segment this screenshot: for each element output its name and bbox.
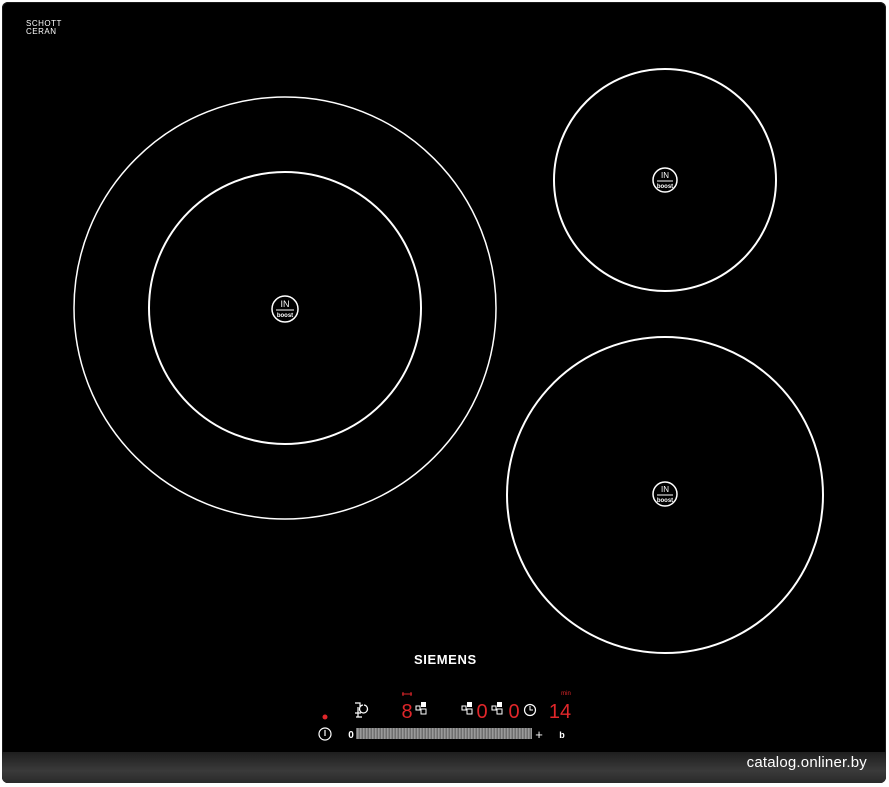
power-indicator-led [322, 714, 328, 720]
zone-small[interactable]: IN boost [553, 68, 777, 292]
slider-min-label: 0 [348, 730, 354, 741]
timer-zone-b-icon[interactable] [491, 702, 503, 715]
cooking-zones-layer: IN boost IN boost IN boost 8 0 0 min 14 … [73, 68, 824, 742]
zone-medium-badge-boost: boost [657, 498, 673, 504]
zone-b-digit: 0 [508, 701, 519, 723]
child-lock-icon [355, 702, 369, 718]
zone-large-badge-in: IN [281, 299, 290, 309]
zone-select-display: 8 [401, 692, 427, 723]
zone-small-badge-boost: boost [657, 184, 673, 190]
cooktop-product-image: SCHOTT CERAN IN boost IN boost IN boost … [0, 0, 889, 787]
boost-button-label[interactable]: b [559, 730, 565, 740]
siemens-logo: SIEMENS [414, 652, 477, 667]
zone-medium-induction-badge: IN boost [652, 481, 678, 507]
zone-large-badge-boost: boost [277, 313, 293, 319]
zone-a-digit: 0 [476, 701, 487, 723]
slider-ticks [356, 728, 532, 739]
zone-medium[interactable]: IN boost [506, 336, 824, 654]
power-button[interactable] [318, 727, 332, 741]
timer-unit-label: min [561, 691, 571, 697]
timer-zone-a-icon[interactable] [461, 702, 473, 715]
slider-plus-label[interactable]: + [535, 727, 543, 742]
timer-button[interactable] [523, 703, 537, 717]
zone-select-icon[interactable] [415, 702, 427, 715]
zone-large[interactable]: IN boost [73, 96, 497, 520]
zone-small-induction-badge: IN boost [652, 167, 678, 193]
zone-power-digit: 8 [401, 701, 412, 723]
power-level-slider[interactable] [356, 728, 532, 739]
childlock-button[interactable] [355, 702, 369, 718]
zone-medium-badge-in: IN [661, 485, 669, 494]
control-panel: 8 0 0 min 14 0 + b [318, 691, 571, 742]
watermark-text: catalog.onliner.by [746, 754, 867, 771]
timer-display: 14 [549, 701, 571, 723]
zone-small-badge-in: IN [661, 171, 669, 180]
zone-large-induction-badge: IN boost [271, 295, 299, 323]
